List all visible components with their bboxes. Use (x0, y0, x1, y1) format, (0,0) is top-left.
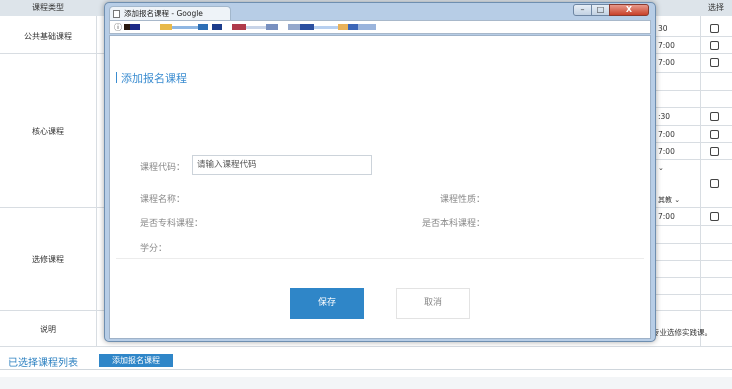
close-button[interactable]: X (609, 4, 649, 16)
redacted-url-block (314, 26, 338, 29)
address-bar[interactable]: ⓘ (109, 20, 651, 34)
select-checkbox[interactable] (710, 147, 719, 156)
row-label-core: 核心课程 (32, 127, 64, 136)
browser-tab[interactable]: 添加报名课程 - Google Chrome (109, 6, 231, 31)
course-nature-label: 课程性质： (440, 195, 486, 205)
info-icon[interactable]: ⓘ (114, 22, 122, 33)
grid-line (656, 36, 732, 37)
grid-line (656, 260, 732, 261)
redacted-url-block (130, 24, 140, 30)
credit-label: 学分： (140, 244, 168, 254)
cancel-button[interactable]: 取消 (396, 288, 470, 319)
redacted-url-block (348, 24, 358, 30)
redacted-url-block (338, 24, 348, 30)
time-cell: :30 (658, 112, 671, 121)
dialog-content: 添加报名课程 课程代码： 请输入课程代码 课程名称： 课程性质： 是否专科课程：… (109, 35, 651, 339)
mini-select-chevron[interactable]: ⌄ (658, 164, 664, 172)
select-checkbox[interactable] (710, 179, 719, 188)
select-checkbox[interactable] (710, 58, 719, 67)
row-label-public-basic: 公共基础课程 (24, 32, 72, 41)
header-select: 选择 (700, 0, 732, 16)
select-checkbox[interactable] (710, 112, 719, 121)
dialog-title: 添加报名课程 (116, 70, 187, 86)
grid-line (656, 72, 732, 73)
time-cell: 7:00 (658, 41, 675, 50)
grid-line (656, 125, 732, 126)
grid-line (656, 225, 732, 226)
time-cell: 7:00 (658, 212, 675, 221)
redacted-url-block (266, 24, 278, 30)
grid-line (96, 16, 97, 346)
redacted-url-block (288, 24, 300, 30)
select-checkbox[interactable] (710, 212, 719, 221)
row-label-elective: 选修课程 (32, 255, 64, 264)
select-checkbox[interactable] (710, 24, 719, 33)
notes-text: 专业选修实践课。 (652, 328, 712, 337)
selected-course-list-title: 已选择课程列表 (8, 358, 78, 369)
maximize-button[interactable]: □ (591, 4, 610, 16)
divider (116, 258, 644, 259)
is-specialty-course-label: 是否专科课程： (140, 219, 204, 229)
time-cell: 30 (658, 24, 668, 33)
grid-line (0, 346, 732, 347)
divider (0, 369, 732, 370)
redacted-url-block (198, 24, 208, 30)
is-undergrad-course-label: 是否本科课程： (422, 219, 486, 229)
save-button[interactable]: 保存 (290, 288, 364, 319)
window-controls: – □ X (573, 4, 649, 17)
bottom-strip (0, 377, 732, 389)
grid-line (656, 90, 732, 91)
grid-line (700, 16, 701, 346)
chrome-popup-window: 添加报名课程 - Google Chrome – □ X ⓘ 添加报名课程 课程… (104, 2, 656, 342)
time-cell: 7:00 (658, 58, 675, 67)
page-icon (113, 10, 120, 18)
grid-line (656, 277, 732, 278)
add-course-button[interactable]: 添加报名课程 (99, 354, 173, 367)
minimize-button[interactable]: – (573, 4, 592, 16)
time-cell: 7:00 (658, 147, 675, 156)
redacted-url-block (358, 24, 376, 30)
course-name-label: 课程名称： (140, 195, 186, 205)
redacted-url-block (212, 24, 222, 30)
row-label-notes: 说明 (40, 325, 56, 334)
redacted-url-block (232, 24, 246, 30)
time-cell: 7:00 (658, 130, 675, 139)
title-bar[interactable]: 添加报名课程 - Google Chrome – □ X (105, 3, 655, 31)
select-checkbox[interactable] (710, 41, 719, 50)
redacted-url-block (246, 26, 266, 29)
grid-line (656, 142, 732, 143)
redacted-url-block (160, 24, 172, 30)
redacted-url-block (172, 26, 198, 29)
select-checkbox[interactable] (710, 130, 719, 139)
header-course-type: 课程类型 (0, 0, 96, 16)
grid-line (656, 159, 732, 160)
redacted-url-block (300, 24, 314, 30)
course-code-label: 课程代码： (140, 163, 186, 173)
course-code-input[interactable]: 请输入课程代码 (192, 155, 372, 175)
mini-select[interactable]: 其教 ⌄ (658, 195, 680, 205)
grid-line (656, 107, 732, 108)
grid-line (656, 294, 732, 295)
grid-line (656, 243, 732, 244)
